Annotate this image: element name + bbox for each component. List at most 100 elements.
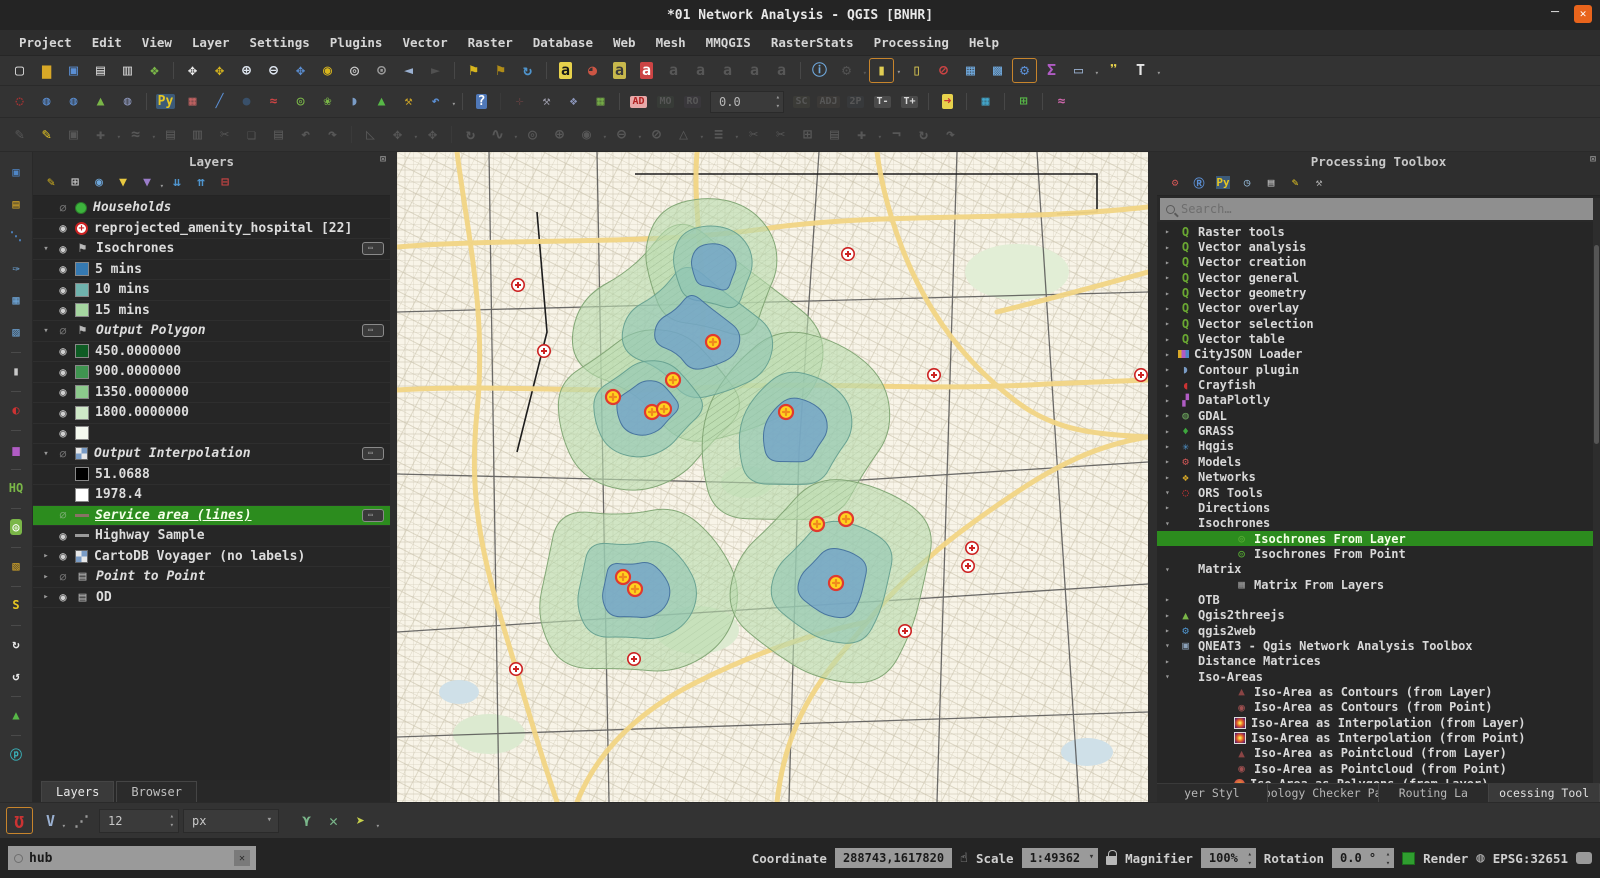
move-feature-icon[interactable]: ✥ ▾ — [385, 122, 410, 147]
expander-icon[interactable] — [1165, 672, 1178, 681]
messages-icon[interactable] — [1576, 852, 1592, 864]
expander-icon[interactable] — [1165, 657, 1178, 666]
toolbox-scrollbar[interactable] — [1593, 198, 1600, 783]
expander-icon[interactable] — [1165, 319, 1178, 328]
delete-part-icon[interactable]: ⊘ ▾ — [644, 122, 669, 147]
collapse-all-icon[interactable]: ⇈ ▾ — [190, 172, 212, 194]
add-ring-icon[interactable]: ◎ ▾ — [520, 122, 545, 147]
expander-icon[interactable] — [1165, 488, 1178, 497]
toggle-editing-icon[interactable]: ✎ ▾ — [34, 122, 59, 147]
pan-to-selection-icon[interactable]: ✥ ▾ — [207, 58, 232, 83]
menu-view[interactable]: View — [133, 32, 181, 53]
snapping-type-icon[interactable]: ⋰ — [68, 807, 95, 834]
layer-diagram-icon[interactable]: ◕ ▾ — [580, 58, 605, 83]
snapping-unit-combo[interactable]: px — [183, 809, 279, 833]
menu-edit[interactable]: Edit — [83, 32, 131, 53]
visibility-eye-icon[interactable] — [53, 344, 73, 358]
magnifier-spinbox[interactable]: 100% — [1201, 848, 1256, 868]
layer-450[interactable]: 450.0000000 — [33, 342, 390, 363]
locator-search[interactable]: ✕ — [8, 846, 256, 870]
minimize-button[interactable]: ─ — [1546, 5, 1564, 23]
menu-rasterstats[interactable]: RasterStats — [762, 32, 863, 53]
undo-icon[interactable]: ↶ ▾ — [293, 122, 318, 147]
map-tips-icon[interactable]: ❞ ▾ — [1101, 58, 1126, 83]
dataplotly-icon[interactable]: ╱ ▾ — [207, 89, 232, 114]
alg-matrix[interactable]: Matrix — [1157, 562, 1600, 577]
edit-features-inplace-icon[interactable]: ✎ — [1284, 172, 1306, 194]
expander-icon[interactable] — [1165, 273, 1178, 282]
visibility-eye-icon[interactable] — [53, 365, 73, 379]
alg-qgis2web[interactable]: qgis2web — [1157, 623, 1600, 638]
show-bookmarks-icon[interactable]: ⚑ ▾ — [488, 58, 513, 83]
curve-label-icon[interactable]: a ▾ — [742, 58, 767, 83]
measure-line-icon[interactable]: ▭ ▾ — [1066, 58, 1091, 83]
mmqgis-grid-icon[interactable]: ▦ ▾ — [180, 89, 205, 114]
expand-all-icon[interactable]: ⇊ ▾ — [166, 172, 188, 194]
visibility-eye-icon[interactable] — [53, 385, 73, 399]
visibility-eye-icon[interactable] — [53, 324, 73, 338]
layers-panel-close-icon[interactable]: ⊠ — [380, 154, 386, 165]
split-parts-icon[interactable]: ✂ ▾ — [768, 122, 793, 147]
layer-hospitals[interactable]: reprojected_amenity_hospital [22] — [33, 219, 390, 240]
vertex-tool-icon[interactable]: ✚ ▾ — [849, 122, 874, 147]
cad-point-capture-icon[interactable]: ✛ ▾ — [507, 89, 532, 114]
gdrive-layer-icon[interactable]: ▲ — [3, 702, 29, 728]
digitize-with-segment-icon[interactable]: ✚ ▾ — [88, 122, 113, 147]
alg-vector-table[interactable]: Vector table — [1157, 331, 1600, 346]
alg-raster-tools[interactable]: Raster tools — [1157, 224, 1600, 239]
style-manager-icon[interactable]: ❖ ▾ — [142, 58, 167, 83]
add-group-icon[interactable]: ⊞ ▾ — [64, 172, 86, 194]
alg-vector-geometry[interactable]: Vector geometry — [1157, 285, 1600, 300]
p-circle-icon[interactable]: ⓟ — [3, 741, 29, 767]
alg-isoarea-contours-layer[interactable]: Iso-Area as Contours (from Layer) — [1157, 684, 1600, 699]
lock-scale-icon[interactable] — [1106, 856, 1117, 865]
close-button[interactable]: ✕ — [1574, 5, 1592, 23]
snapping-trace-icon[interactable]: ➤ ▾ — [347, 807, 374, 834]
visibility-eye-icon[interactable] — [53, 406, 73, 420]
alg-vector-overlay[interactable]: Vector overlay — [1157, 301, 1600, 316]
tab-topology-checker[interactable]: pology Checker Pa — [1268, 784, 1379, 802]
edit-widget-badge[interactable] — [362, 509, 384, 522]
alg-isochrones[interactable]: Isochrones — [1157, 516, 1600, 531]
contour-plugin-icon[interactable]: ◗ ▾ — [342, 89, 367, 114]
new-print-layout-icon[interactable]: ▤ ▾ — [88, 58, 113, 83]
expander-icon[interactable] — [1165, 626, 1178, 635]
alg-dataplotly[interactable]: DataPlotly — [1157, 393, 1600, 408]
edit-widget-badge[interactable] — [362, 242, 384, 255]
visibility-eye-icon[interactable] — [53, 549, 73, 563]
street-smart-icon[interactable]: ▧ — [3, 553, 29, 579]
hqgis-icon[interactable]: HQ — [3, 475, 29, 501]
python-scripts-icon[interactable]: Py — [1212, 172, 1234, 194]
alg-isochrones-from-layer[interactable]: Isochrones From Layer — [1157, 531, 1600, 546]
expander-icon[interactable] — [1165, 503, 1178, 512]
scale-combo[interactable]: 1:49362 — [1022, 848, 1099, 868]
expander-icon[interactable] — [1165, 519, 1178, 528]
open-layer-styling-icon[interactable]: ✎ ▾ — [40, 172, 62, 194]
expander-icon[interactable] — [1165, 565, 1178, 574]
select-by-value-icon[interactable]: ▯ ▾ — [904, 58, 929, 83]
menu-project[interactable]: Project — [10, 32, 81, 53]
mode-button[interactable]: MO — [653, 89, 678, 114]
alg-isoarea-pointcloud-layer[interactable]: Iso-Area as Pointcloud (from Layer) — [1157, 746, 1600, 761]
dem-hillshade-icon[interactable]: ▲ ▾ — [369, 89, 394, 114]
save-project-icon[interactable]: ▣ ▾ — [61, 58, 86, 83]
pan-map-icon[interactable]: ✥ ▾ — [180, 58, 205, 83]
show-statistics-icon[interactable]: Σ ▾ — [1039, 58, 1064, 83]
current-edits-icon[interactable]: ✎ ▾ — [7, 122, 32, 147]
add-feather-layer-icon[interactable]: ✑ — [3, 255, 29, 281]
move-label-icon[interactable]: a ▾ — [661, 58, 686, 83]
open-project-icon[interactable]: ▆ ▾ — [34, 58, 59, 83]
add-delimited-text-icon[interactable]: ⋱ — [3, 223, 29, 249]
two-point-button[interactable]: 2P — [843, 89, 868, 114]
osm-place-search-icon[interactable]: ◍ ▾ — [115, 89, 140, 114]
rotate-label-icon[interactable]: a ▾ — [688, 58, 713, 83]
pin-labels-icon[interactable]: a ▾ — [607, 58, 632, 83]
python-console-icon[interactable]: Py ▾ — [153, 89, 178, 114]
text-annotation-icon[interactable]: T ▾ — [1128, 58, 1153, 83]
menu-mesh[interactable]: Mesh — [647, 32, 695, 53]
crs-value[interactable]: EPSG:32651 — [1493, 851, 1568, 866]
alg-isoarea-interp-point[interactable]: Iso-Area as Interpolation (from Point) — [1157, 730, 1600, 745]
text-smaller-button[interactable]: T- — [870, 89, 895, 114]
layer-1350[interactable]: 1350.0000000 — [33, 383, 390, 404]
offset-point-symbol-icon[interactable]: ↷ ▾ — [938, 122, 963, 147]
